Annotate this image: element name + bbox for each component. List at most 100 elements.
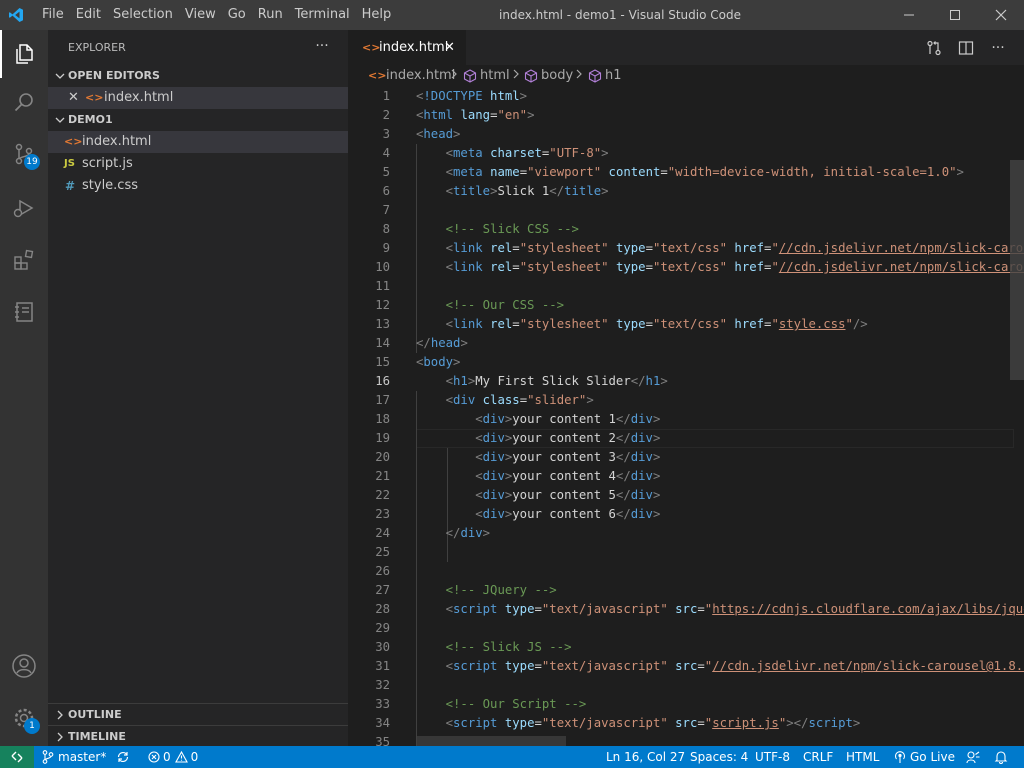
indentation[interactable]: Spaces: 4 [690,746,748,768]
menu-selection[interactable]: Selection [107,0,179,30]
menu-file[interactable]: File [36,0,70,30]
close-editor-icon[interactable]: ✕ [68,87,79,109]
file-item-index[interactable]: <> index.html [48,131,348,153]
code-token: "viewport" [527,165,602,179]
cursor-position[interactable]: Ln 16, Col 27 [606,746,685,768]
run-debug-icon [13,199,34,218]
timeline-header[interactable]: TIMELINE [48,725,348,748]
code-token: > [652,412,661,426]
code-line: <div>your content 3</div> [416,448,660,467]
code-token: <!-- Slick CSS --> [445,222,579,236]
code-editor[interactable]: 1 <!DOCTYPE html> 2 <html lang="en"> 3 <head>… [348,87,1024,746]
tab-close-icon[interactable]: ✕ [444,30,455,65]
breadcrumb-item[interactable]: index.html [386,65,455,87]
scrollbar-thumb[interactable] [1010,160,1024,380]
line-number: 1 [382,89,390,103]
activity-search[interactable] [0,78,48,126]
code-token: src [675,602,698,616]
minimize-button[interactable] [886,0,932,30]
notifications-button[interactable] [994,746,1008,768]
go-live-button[interactable]: Go Live [894,746,955,768]
code-token: div [482,450,505,464]
file-item-style[interactable]: # style.css [48,175,348,197]
menu-help[interactable]: Help [356,0,398,30]
code-token: > [586,393,594,407]
code-line: <title>Slick 1</title> [416,182,609,201]
code-token: < [445,260,454,274]
code-line: <meta charset="UTF-8"> [416,144,609,163]
code-token: //cdn.jsdelivr.net/npm/slick-carousel@1.… [778,241,1024,255]
code-token: head [430,336,461,350]
code-token: Slick 1 [497,184,550,198]
code-token: html [423,108,454,122]
code-token: = [534,716,542,730]
end-of-line[interactable]: CRLF [803,746,833,768]
remote-button[interactable] [0,746,34,768]
code-token: </ [445,526,461,540]
activity-extensions[interactable] [0,236,48,284]
notebook-icon [15,302,33,322]
editor-more-actions-icon[interactable]: ··· [987,37,1009,59]
code-token: <!-- Our CSS --> [445,298,565,312]
vscode-logo-icon[interactable] [8,7,24,27]
line-number: 24 [375,526,390,540]
open-changes-button[interactable] [923,37,945,59]
maximize-icon [950,10,960,20]
code-token: style.css [778,317,846,331]
activity-manage[interactable]: 1 [0,694,48,742]
menu-view[interactable]: View [179,0,222,30]
activity-source-control[interactable]: 19 [0,130,48,178]
menu-run[interactable]: Run [252,0,289,30]
activity-accounts[interactable] [0,642,48,690]
breadcrumb-item[interactable]: html [480,65,510,87]
branch-indicator[interactable]: master* [42,746,106,768]
code-token: < [475,488,483,502]
code-token: link [453,260,483,274]
breadcrumb-item[interactable]: h1 [605,65,622,87]
sync-button[interactable] [116,746,130,768]
feedback-button[interactable] [966,746,980,768]
activity-explorer[interactable] [0,30,48,78]
open-editor-name: index.html [104,90,174,105]
breadcrumb-item[interactable]: body [541,65,573,87]
maximize-button[interactable] [932,0,978,30]
menu-terminal[interactable]: Terminal [289,0,356,30]
code-token: </ [615,488,631,502]
split-editor-icon [958,41,974,55]
folder-header[interactable]: DEMO1 [48,109,348,131]
code-token: "width=device-width, initial-scale=1.0" [667,165,957,179]
activity-run-debug[interactable] [0,184,48,232]
file-item-script[interactable]: JS script.js [48,153,348,175]
open-editors-header[interactable]: OPEN EDITORS [48,65,348,87]
menu-edit[interactable]: Edit [70,0,107,30]
more-actions-icon[interactable]: ··· [312,38,332,58]
horizontal-scrollbar[interactable] [416,736,566,746]
problems-indicator[interactable]: 0 0 [148,746,198,768]
menu-go[interactable]: Go [222,0,252,30]
code-token: meta [453,165,483,179]
activity-notebook[interactable] [0,288,48,336]
tab-index-html[interactable]: <> index.html ✕ [348,30,466,65]
search-icon [14,93,33,112]
code-token: < [445,165,454,179]
split-editor-button[interactable] [955,37,977,59]
code-token: lang [460,108,491,122]
error-count: 0 [163,750,171,764]
line-number: 13 [375,317,390,331]
line-number: 32 [375,678,390,692]
encoding[interactable]: UTF-8 [755,746,790,768]
code-line: <div>your content 6</div> [416,505,660,524]
feedback-icon [966,751,980,764]
language-mode[interactable]: HTML [846,746,879,768]
code-token: < [475,450,483,464]
outline-header[interactable]: OUTLINE [48,703,348,726]
explorer-sidebar: EXPLORER ··· OPEN EDITORS ✕ <> index.htm… [48,30,348,746]
close-window-button[interactable] [978,0,1024,30]
open-editor-item[interactable]: ✕ <> index.html [48,87,348,109]
